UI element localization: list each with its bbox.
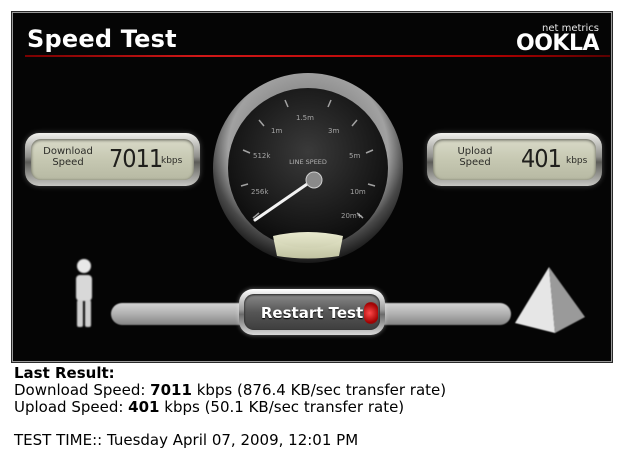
app-title: Speed Test bbox=[27, 25, 177, 53]
test-time: TEST TIME:: Tuesday April 07, 2009, 12:0… bbox=[14, 431, 359, 449]
restart-test-label: Restart Test bbox=[260, 304, 364, 322]
last-result-summary: Last Result: Download Speed: 7011 kbps (… bbox=[14, 365, 614, 449]
upload-speed-label: Upload Speed bbox=[457, 146, 493, 168]
gauge-tick-label: 1.5m bbox=[296, 114, 314, 122]
gauge-tick-label: 512k bbox=[253, 152, 271, 160]
download-speed-unit: kbps bbox=[161, 156, 183, 166]
gauge-lcd bbox=[273, 232, 343, 259]
user-icon bbox=[76, 259, 92, 327]
download-result-line: Download Speed: 7011 kbps (876.4 KB/sec … bbox=[14, 381, 447, 399]
upload-speed-unit: kbps bbox=[566, 156, 588, 166]
gauge-tick-label: 3m bbox=[328, 127, 339, 135]
gauge-hub bbox=[305, 171, 323, 189]
gauge-tick-label: 20m+ bbox=[341, 212, 363, 220]
gauge-tick-label: 256k bbox=[251, 188, 269, 196]
upload-result-line: Upload Speed: 401 kbps (50.1 KB/sec tran… bbox=[14, 398, 405, 416]
restart-indicator-light bbox=[364, 302, 378, 324]
upload-result-value: 401 bbox=[128, 398, 160, 416]
upload-speed-value: 401 bbox=[521, 144, 562, 173]
gauge-title: LINE SPEED bbox=[289, 158, 327, 166]
restart-test-button[interactable]: Restart Test bbox=[239, 289, 385, 335]
download-speed-value: 7011 bbox=[109, 144, 163, 173]
speed-test-panel: Speed Test net metrics OOKLA 256k 512k 1… bbox=[11, 11, 613, 363]
gauge-tick-label: 1m bbox=[271, 127, 282, 135]
download-speed-label: Download Speed bbox=[43, 146, 93, 168]
gauge-tick-label: 10m bbox=[350, 188, 366, 196]
gauge-tick-label: 5m bbox=[349, 152, 360, 160]
speed-gauge: 256k 512k 1m 1.5m 3m 5m 10m 20m+ LINE SP… bbox=[213, 73, 403, 263]
server-pyramid-icon bbox=[515, 267, 585, 333]
download-result-value: 7011 bbox=[150, 381, 192, 399]
upload-speed-readout: Upload Speed 401 kbps bbox=[427, 133, 602, 186]
result-spacer bbox=[14, 416, 614, 432]
last-result-heading: Last Result: bbox=[14, 364, 115, 382]
download-speed-readout: Download Speed 7011 kbps bbox=[25, 133, 200, 186]
ookla-logo: net metrics OOKLA bbox=[499, 23, 600, 56]
brand-name: OOKLA bbox=[516, 31, 600, 56]
